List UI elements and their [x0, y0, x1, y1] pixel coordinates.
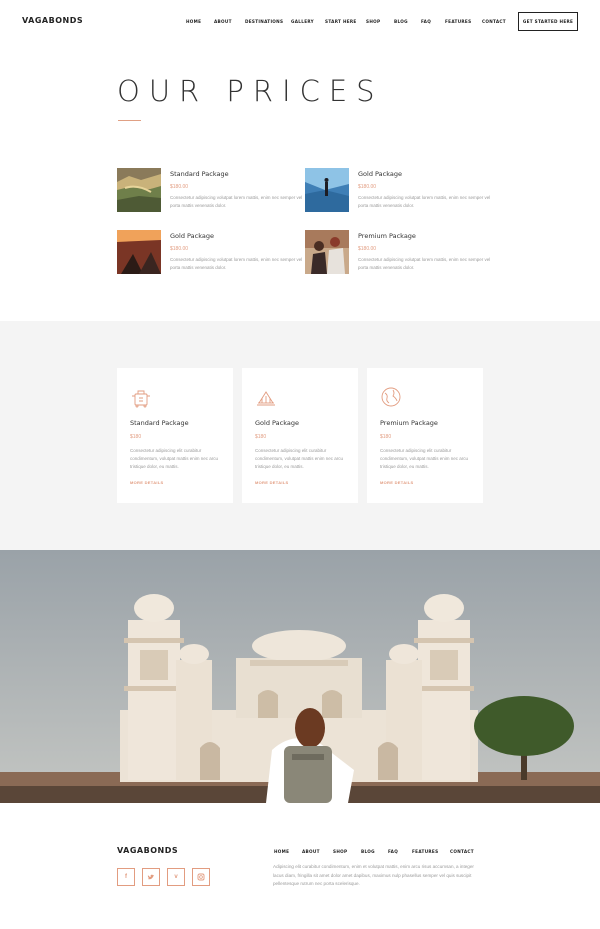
- card-price: $180: [255, 434, 267, 440]
- price-description: Consectetur adipiscing volutpat lorem ma…: [358, 195, 491, 208]
- price-item[interactable]: Gold Package $180.00 Consectetur adipisc…: [305, 168, 495, 212]
- price-item[interactable]: Premium Package $180.00 Consectetur adip…: [305, 230, 495, 274]
- nav-home[interactable]: HOME: [186, 19, 201, 24]
- footer-nav-about[interactable]: ABOUT: [302, 849, 320, 854]
- price-amount: $180.00: [358, 246, 377, 252]
- nav-destinations[interactable]: DESTINATIONS: [245, 19, 283, 24]
- nav-faq[interactable]: FAQ: [421, 19, 431, 24]
- nav-contact[interactable]: CONTACT: [482, 19, 506, 24]
- nav-start-here[interactable]: START HERE: [325, 19, 357, 24]
- card-price: $180: [130, 434, 142, 440]
- price-amount: $180.00: [358, 184, 377, 190]
- luggage-icon: [130, 386, 152, 408]
- nav-shop[interactable]: SHOP: [366, 19, 380, 24]
- sunset-photo[interactable]: [117, 230, 161, 274]
- title-divider: [118, 120, 141, 121]
- card-description: Consectetur adipiscing elit curabitur co…: [255, 448, 344, 469]
- more-details-link[interactable]: MORE DETAILS: [380, 480, 414, 485]
- instagram-icon[interactable]: [192, 868, 210, 886]
- hero-image: [0, 550, 600, 803]
- price-name[interactable]: Gold Package: [358, 170, 498, 178]
- price-description: Consectetur adipiscing volutpat lorem ma…: [170, 195, 303, 208]
- more-details-link[interactable]: MORE DETAILS: [255, 480, 289, 485]
- price-item[interactable]: Standard Package $180.00 Consectetur adi…: [117, 168, 307, 212]
- package-card[interactable]: Premium Package $180 Consectetur adipisc…: [367, 368, 483, 503]
- get-started-button[interactable]: GET STARTED HERE: [518, 12, 578, 31]
- card-title[interactable]: Premium Package: [380, 419, 438, 427]
- more-details-link[interactable]: MORE DETAILS: [130, 480, 164, 485]
- card-description: Consectetur adipiscing elit curabitur co…: [130, 448, 219, 469]
- footer-nav-contact[interactable]: CONTACT: [450, 849, 474, 854]
- footer-nav-home[interactable]: HOME: [274, 849, 289, 854]
- temple-icon: [255, 386, 277, 408]
- globe-icon: [380, 386, 402, 408]
- footer-description: Adipiscing elit curabitur condimentum, e…: [273, 864, 474, 887]
- nav-features[interactable]: FEATURES: [445, 19, 471, 24]
- vimeo-icon[interactable]: v: [167, 868, 185, 886]
- price-amount: $180.00: [170, 184, 189, 190]
- price-description: Consectetur adipiscing volutpat lorem ma…: [358, 257, 491, 270]
- price-name[interactable]: Gold Package: [170, 232, 310, 240]
- footer-nav-features[interactable]: FEATURES: [412, 849, 438, 854]
- price-description: Consectetur adipiscing volutpat lorem ma…: [170, 257, 303, 270]
- price-item[interactable]: Gold Package $180.00 Consectetur adipisc…: [117, 230, 307, 274]
- card-title[interactable]: Standard Package: [130, 419, 189, 427]
- footer-nav-blog[interactable]: BLOG: [361, 849, 375, 854]
- twitter-icon[interactable]: [142, 868, 160, 886]
- price-name[interactable]: Standard Package: [170, 170, 310, 178]
- nav-about[interactable]: ABOUT: [214, 19, 232, 24]
- footer-brand-logo[interactable]: VAGABONDS: [117, 846, 178, 855]
- page-title: OUR PRICES: [117, 74, 384, 108]
- nav-gallery[interactable]: GALLERY: [291, 19, 314, 24]
- price-amount: $180.00: [170, 246, 189, 252]
- footer-nav-faq[interactable]: FAQ: [388, 849, 398, 854]
- price-name[interactable]: Premium Package: [358, 232, 498, 240]
- card-price: $180: [380, 434, 392, 440]
- couple-photo[interactable]: [305, 230, 349, 274]
- landscape-photo[interactable]: [117, 168, 161, 212]
- site-header: VAGABONDS HOME ABOUT DESTINATIONS GALLER…: [0, 0, 600, 44]
- brand-logo[interactable]: VAGABONDS: [22, 16, 83, 25]
- card-title[interactable]: Gold Package: [255, 419, 299, 427]
- footer-nav-shop[interactable]: SHOP: [333, 849, 347, 854]
- facebook-icon[interactable]: f: [117, 868, 135, 886]
- package-card[interactable]: Standard Package $180 Consectetur adipis…: [117, 368, 233, 503]
- package-card[interactable]: Gold Package $180 Consectetur adipiscing…: [242, 368, 358, 503]
- nav-blog[interactable]: BLOG: [394, 19, 408, 24]
- ice-photo[interactable]: [305, 168, 349, 212]
- card-description: Consectetur adipiscing elit curabitur co…: [380, 448, 469, 469]
